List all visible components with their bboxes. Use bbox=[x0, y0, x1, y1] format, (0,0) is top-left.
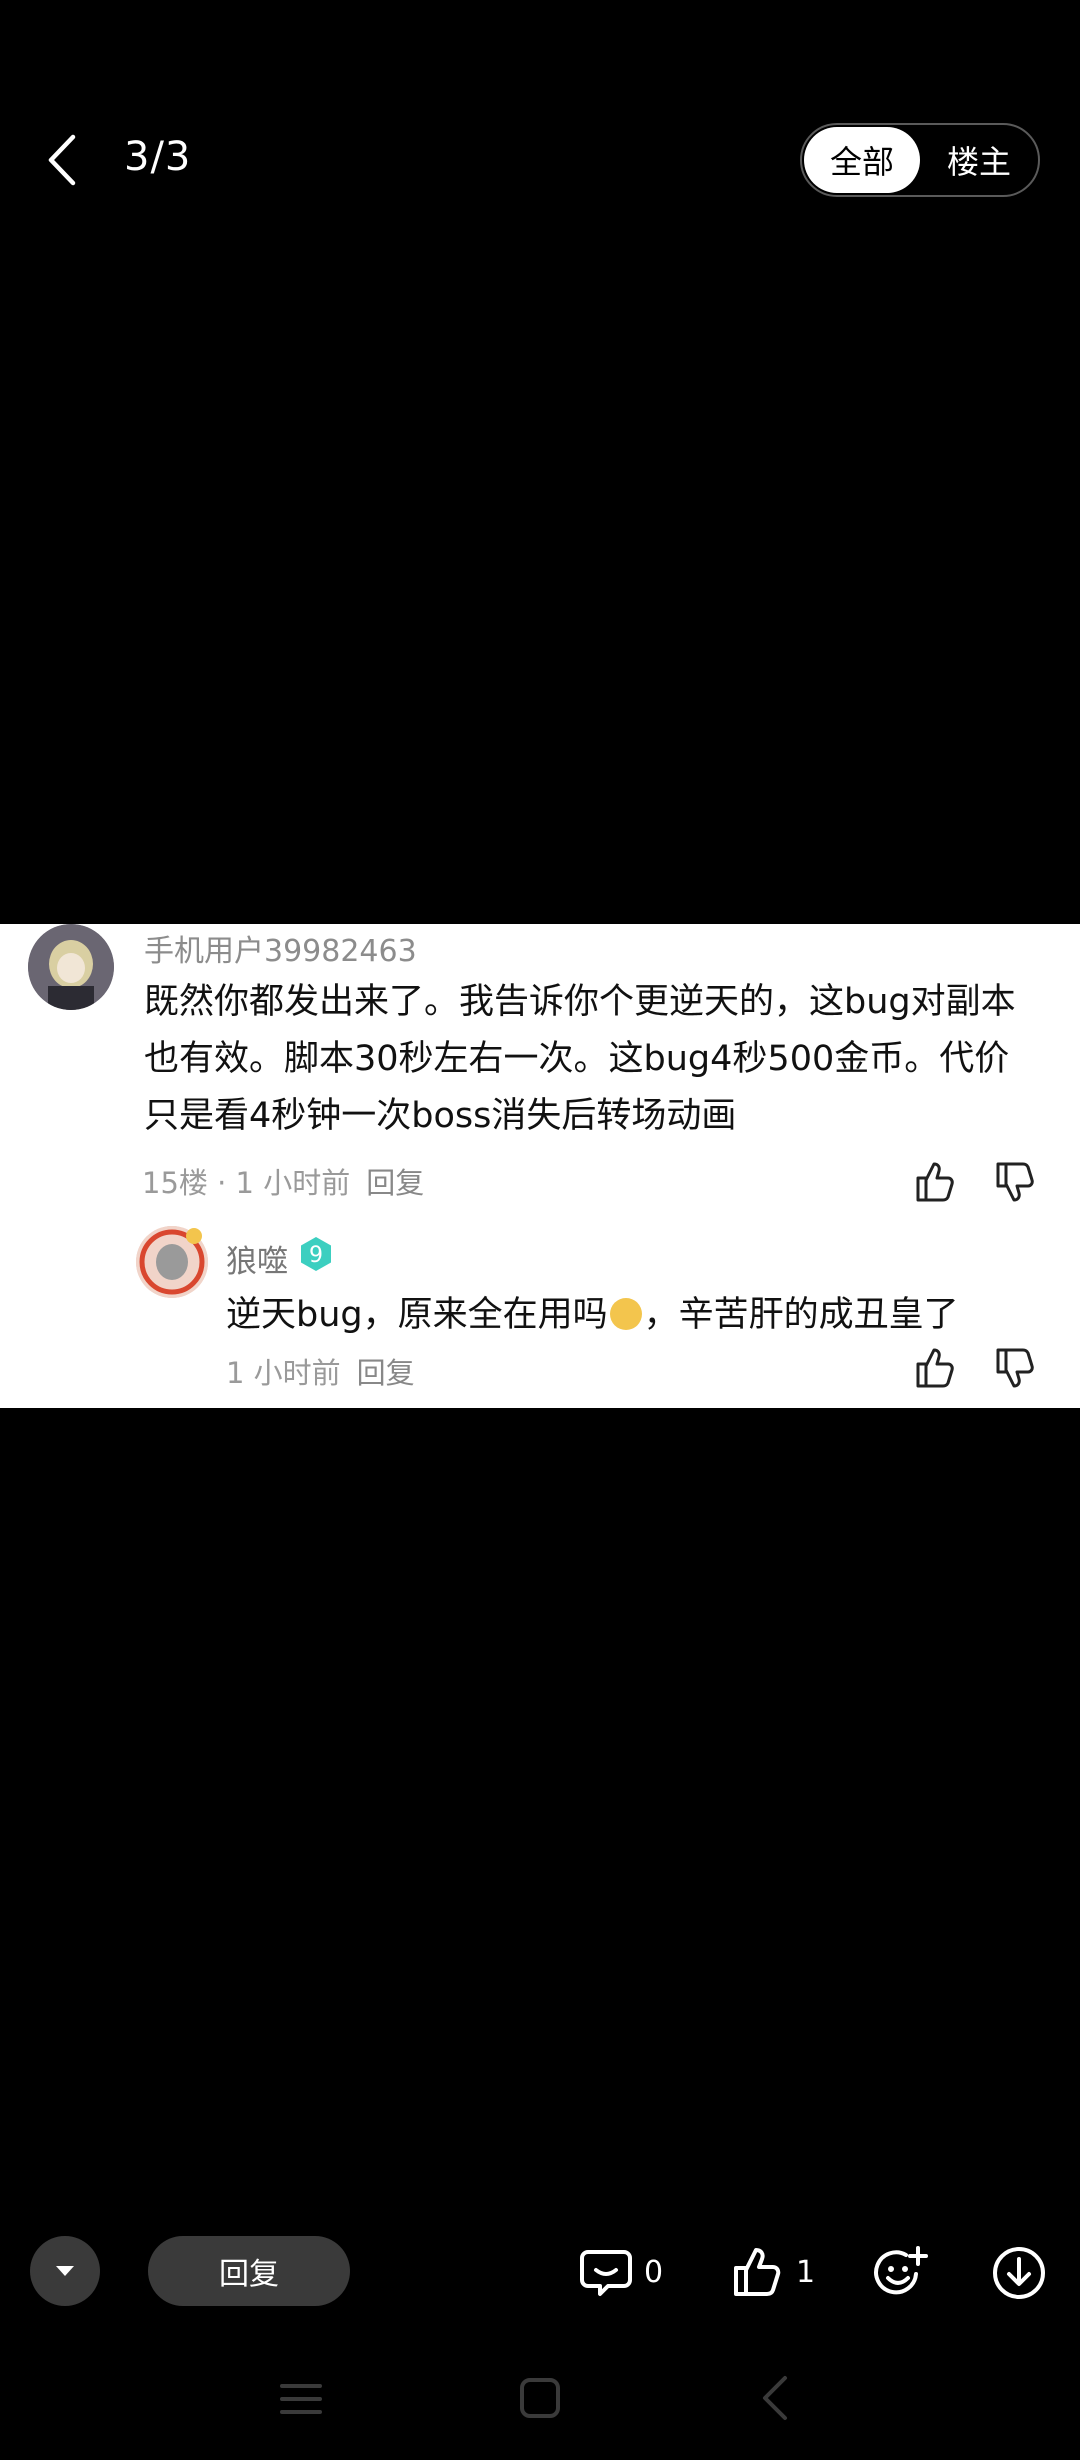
reply-avatar-image bbox=[136, 1226, 208, 1298]
reply-time: 1 小时前 bbox=[226, 1356, 341, 1390]
avatar[interactable] bbox=[28, 924, 114, 1010]
thumbs-down-icon[interactable] bbox=[990, 1344, 1038, 1392]
comment-reply-link[interactable]: 回复 bbox=[366, 1166, 424, 1200]
recent-apps-icon[interactable] bbox=[280, 2378, 322, 2420]
reply-reply-link[interactable]: 回复 bbox=[357, 1356, 415, 1390]
reply-input-button[interactable]: 回复 bbox=[148, 2236, 350, 2306]
like-count: 1 bbox=[796, 2254, 816, 2290]
comment-icon bbox=[580, 2250, 632, 2296]
reply-meta: 1 小时前 回复 bbox=[226, 1350, 415, 1392]
avatar-image bbox=[28, 924, 114, 1010]
chevron-left-icon bbox=[48, 134, 76, 186]
filter-op-only-tab[interactable]: 楼主 bbox=[922, 127, 1036, 193]
comment-text: 既然你都发出来了。我告诉你个更逆天的，这bug对副本也有效。脚本30秒左右一次。… bbox=[144, 982, 1016, 1136]
svg-text:9: 9 bbox=[309, 1243, 323, 1268]
comment-card: 手机用户39982463 既然你都发出来了。我告诉你个更逆天的，这bug对副本也… bbox=[0, 924, 1080, 1408]
page-counter: 3/3 bbox=[124, 134, 192, 180]
thumbs-down-icon[interactable] bbox=[990, 1158, 1038, 1206]
comment-meta: 15楼 · 1 小时前 回复 bbox=[142, 1160, 424, 1202]
reply-text-part1: 逆天bug，原来全在用吗 bbox=[226, 1295, 608, 1335]
comment-floor-time: 15楼 · 1 小时前 bbox=[142, 1166, 351, 1200]
back-button[interactable] bbox=[38, 128, 86, 192]
reply-username[interactable]: 狼噬 bbox=[226, 1236, 288, 1281]
thumbs-up-icon bbox=[734, 2248, 781, 2296]
level-badge-icon: 9 bbox=[301, 1237, 331, 1271]
reply-avatar[interactable] bbox=[136, 1226, 208, 1298]
caret-down-icon bbox=[56, 2266, 74, 2276]
add-emoji-icon[interactable] bbox=[870, 2244, 928, 2302]
system-back-icon[interactable] bbox=[760, 2374, 790, 2422]
comment-username[interactable]: 手机用户39982463 bbox=[144, 926, 417, 970]
comments-action[interactable]: 0 bbox=[578, 2244, 663, 2300]
download-icon[interactable] bbox=[990, 2244, 1048, 2302]
thumbs-up-icon[interactable] bbox=[910, 1158, 958, 1206]
likes-action[interactable]: 1 bbox=[730, 2244, 815, 2300]
collapse-button[interactable] bbox=[30, 2236, 100, 2306]
reply-text-part2: ，辛苦肝的成丑皇了 bbox=[643, 1295, 959, 1335]
filter-segmented-control: 全部 楼主 bbox=[800, 123, 1040, 197]
filter-all-tab[interactable]: 全部 bbox=[804, 127, 920, 193]
reply-text: 逆天bug，原来全在用吗 ，辛苦肝的成丑皇了 bbox=[226, 1286, 959, 1337]
thumbs-up-icon[interactable] bbox=[910, 1344, 958, 1392]
comment-count: 0 bbox=[644, 2254, 664, 2290]
emoji-face-icon bbox=[609, 1298, 642, 1330]
home-icon[interactable] bbox=[518, 2376, 562, 2420]
